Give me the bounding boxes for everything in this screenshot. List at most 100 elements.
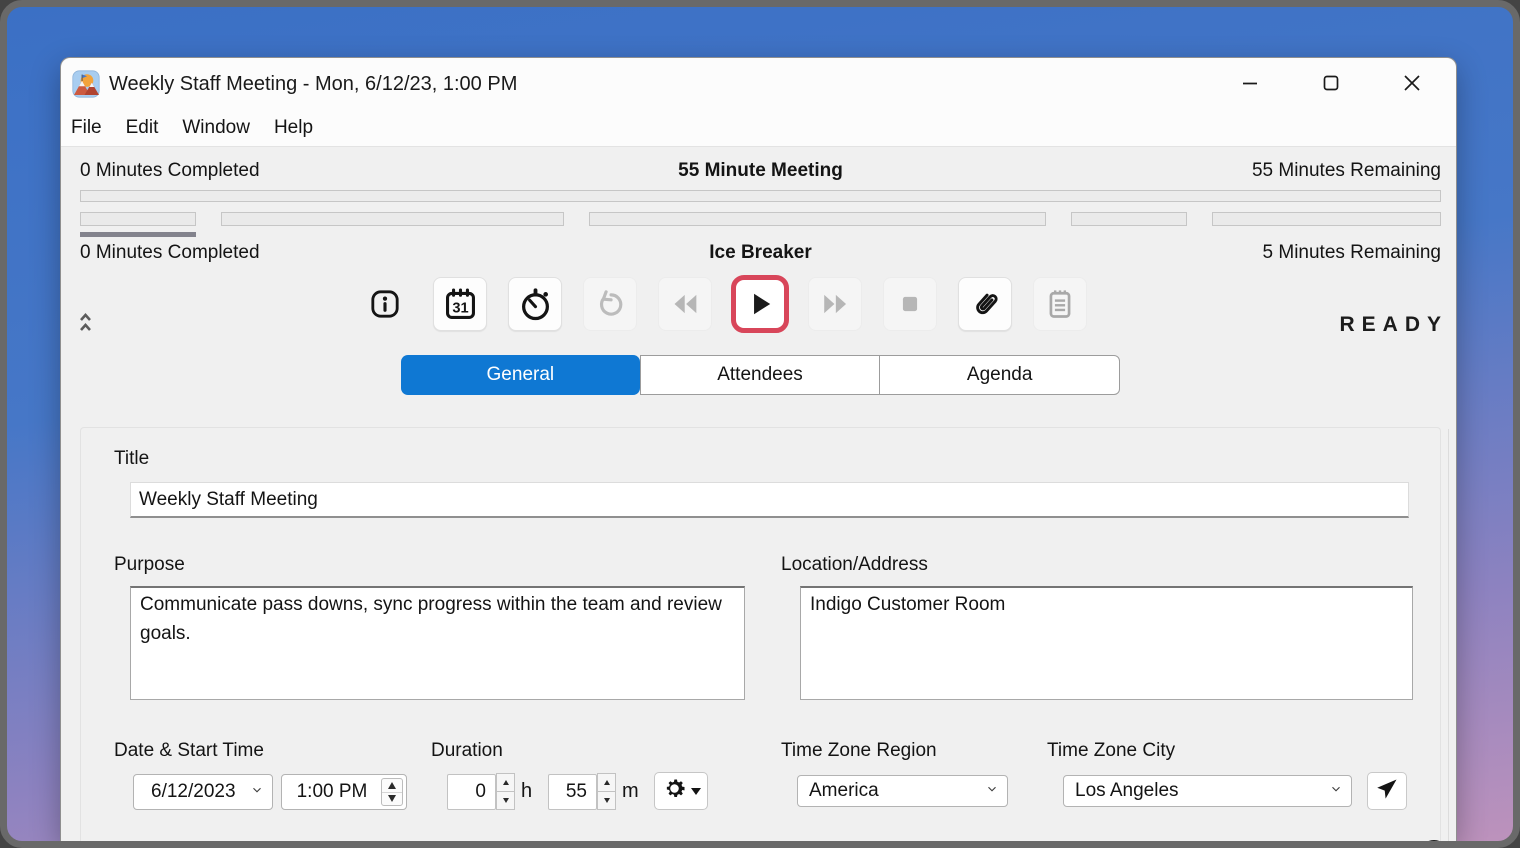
location-label: Location/Address [781, 554, 928, 576]
date-value: 6/12/2023 [151, 781, 236, 803]
timezone-city-value: Los Angeles [1075, 780, 1179, 802]
down-arrow-icon [503, 798, 509, 803]
calendar-button[interactable]: 31 [433, 277, 487, 331]
chevron-down-icon [250, 781, 264, 803]
notes-icon [1043, 287, 1077, 321]
duration-hours-spinner[interactable] [496, 773, 515, 810]
meeting-length-title: 55 Minute Meeting [678, 160, 843, 182]
use-current-location-button[interactable] [1367, 772, 1407, 810]
timezone-region-dropdown[interactable]: America [797, 775, 1008, 807]
current-minutes-completed: 0 Minutes Completed [80, 242, 260, 264]
svg-text:31: 31 [452, 300, 468, 316]
chevron-down-icon [985, 780, 999, 802]
toolbar: 31 READY [61, 275, 1456, 339]
date-dropdown[interactable]: 6/12/2023 [133, 774, 273, 810]
hours-unit-label: h [521, 780, 532, 803]
menu-bar: File Edit Window Help [61, 110, 1456, 147]
maximize-button[interactable] [1308, 65, 1354, 103]
purpose-textarea[interactable]: Communicate pass downs, sync progress wi… [130, 586, 745, 700]
tab-bar: GeneralAttendeesAgenda [401, 355, 1120, 395]
window-title: Weekly Staff Meeting - Mon, 6/12/23, 1:0… [109, 73, 517, 96]
menu-help[interactable]: Help [274, 117, 313, 139]
purpose-label: Purpose [114, 554, 185, 576]
duration-minutes-spinner[interactable] [597, 773, 616, 810]
hours-down-button[interactable] [496, 791, 515, 810]
agenda-segment-1 [80, 212, 196, 226]
agenda-segment-4 [1071, 212, 1187, 226]
timezone-region-label: Time Zone Region [781, 740, 937, 762]
tab-general[interactable]: General [401, 355, 640, 395]
time-field[interactable]: 1:00 PM [281, 774, 407, 810]
calendar-icon: 31 [442, 286, 479, 323]
rewind-icon [668, 287, 702, 321]
window-content: 0 Minutes Completed 55 Minute Meeting 55… [61, 147, 1456, 841]
up-arrow-icon [604, 780, 610, 785]
overall-progress-bar [80, 190, 1441, 202]
info-button[interactable] [358, 277, 412, 331]
partially-visible-button [1419, 840, 1449, 841]
minutes-unit-label: m [622, 780, 639, 803]
reset-icon [594, 288, 627, 321]
general-tab-panel: Title Purpose Communicate pass downs, sy… [80, 427, 1441, 841]
tab-agenda[interactable]: Agenda [879, 355, 1120, 395]
minutes-up-button[interactable] [597, 773, 616, 792]
agenda-segment-3 [589, 212, 1046, 226]
window-controls [1227, 58, 1456, 110]
scroll-gutter-divider [1448, 429, 1449, 841]
chevron-down-icon [1329, 780, 1343, 802]
timezone-city-dropdown[interactable]: Los Angeles [1063, 775, 1352, 807]
minutes-down-button[interactable] [597, 791, 616, 810]
minimize-icon [1235, 68, 1265, 101]
duration-settings-button[interactable] [654, 772, 708, 810]
maximize-icon [1316, 68, 1346, 101]
timer-icon [517, 286, 554, 323]
duration-minutes-input[interactable] [548, 774, 597, 810]
minimize-button[interactable] [1227, 65, 1273, 103]
datetime-label: Date & Start Time [114, 740, 264, 762]
close-icon [1397, 68, 1427, 101]
attachment-icon [967, 286, 1004, 323]
screenshot-frame: Weekly Staff Meeting - Mon, 6/12/23, 1:0… [0, 0, 1520, 848]
stop-button [883, 277, 937, 331]
title-input[interactable] [130, 482, 1409, 518]
current-item-labels: 0 Minutes Completed Ice Breaker 5 Minute… [80, 242, 1441, 268]
duration-label: Duration [431, 740, 503, 762]
timezone-city-label: Time Zone City [1047, 740, 1175, 762]
navigation-arrow-icon [1374, 776, 1400, 807]
time-up-button[interactable] [382, 779, 402, 792]
current-agenda-item-title: Ice Breaker [709, 242, 811, 264]
app-icon [72, 70, 100, 98]
duration-hours-input[interactable] [447, 774, 496, 810]
double-chevron-up-icon [79, 320, 92, 337]
time-value: 1:00 PM [297, 781, 368, 803]
menu-edit[interactable]: Edit [126, 117, 159, 139]
timezone-region-value: America [809, 780, 879, 802]
close-button[interactable] [1389, 65, 1435, 103]
info-icon [368, 287, 402, 321]
reset-button [583, 277, 637, 331]
collapse-panel-button[interactable] [79, 311, 92, 338]
location-textarea[interactable]: Indigo Customer Room [800, 586, 1413, 700]
menu-window[interactable]: Window [182, 117, 250, 139]
rewind-button [658, 277, 712, 331]
attachment-button[interactable] [958, 277, 1012, 331]
time-down-button[interactable] [382, 792, 402, 806]
down-arrow-icon [604, 798, 610, 803]
segment-row [80, 212, 1441, 226]
fast-forward-button [808, 277, 862, 331]
time-spinner[interactable] [381, 778, 403, 806]
gear-icon [661, 775, 688, 807]
overall-minutes-completed: 0 Minutes Completed [80, 160, 260, 182]
play-button[interactable] [731, 275, 789, 333]
title-label: Title [114, 448, 149, 470]
menu-file[interactable]: File [71, 117, 102, 139]
toolbar-buttons: 31 [358, 277, 1087, 331]
title-bar[interactable]: Weekly Staff Meeting - Mon, 6/12/23, 1:0… [61, 58, 1456, 110]
dropdown-caret-icon [691, 788, 701, 795]
timer-button[interactable] [508, 277, 562, 331]
hours-up-button[interactable] [496, 773, 515, 792]
agenda-segment-2 [221, 212, 564, 226]
tab-attendees[interactable]: Attendees [640, 355, 881, 395]
up-arrow-icon [388, 782, 396, 789]
overall-progress-labels: 0 Minutes Completed 55 Minute Meeting 55… [80, 160, 1441, 186]
